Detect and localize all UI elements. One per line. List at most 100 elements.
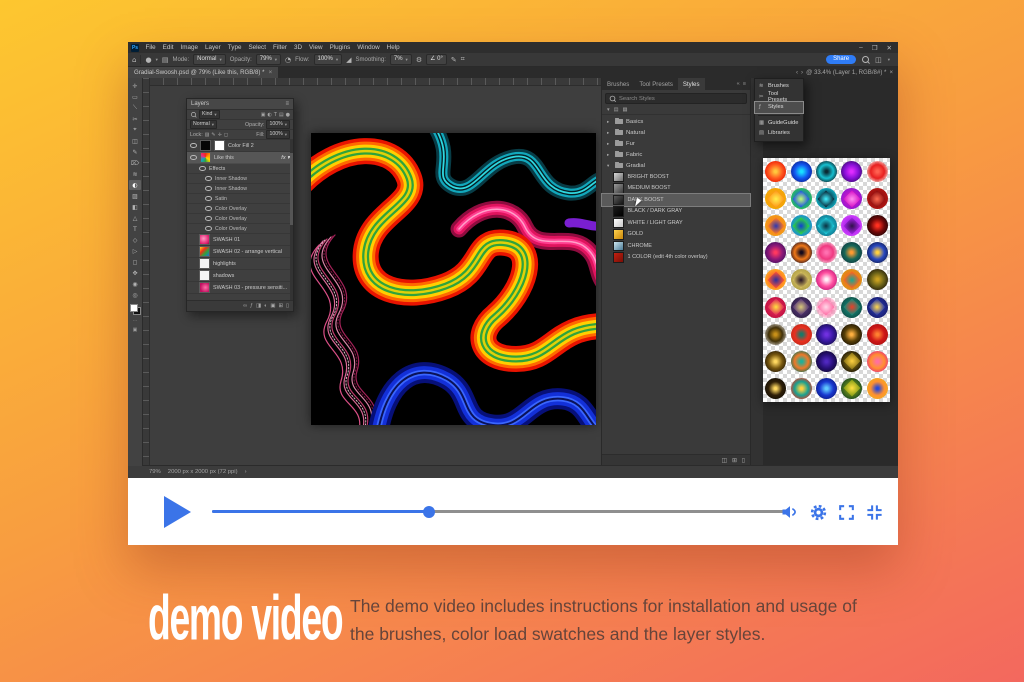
style-swatch[interactable] [841, 324, 862, 345]
tab-tool-presets[interactable]: Tool Presets [634, 78, 678, 90]
tool-icon-5[interactable]: ◫ [129, 136, 141, 146]
restore-button[interactable]: ❐ [872, 44, 878, 52]
style-swatch[interactable] [765, 297, 786, 318]
flyout-item-guideguide[interactable]: ▦GuideGuide [755, 118, 803, 129]
lock-icon-2[interactable]: ✛ [218, 132, 222, 138]
toolbar-extra-icon-1[interactable]: ▣ [133, 327, 138, 333]
style-swatch[interactable] [765, 378, 786, 399]
search-icon[interactable] [862, 56, 869, 63]
layer-row[interactable]: SWASH 01 [187, 234, 293, 246]
new-folder-icon[interactable]: ◫ [721, 458, 726, 464]
brush-angle-field[interactable]: ∠ 0° [426, 54, 447, 65]
layer-row[interactable]: Color Fill 2 [187, 140, 293, 152]
style-item[interactable]: GOLD [602, 229, 750, 241]
styles-view-icon-0[interactable]: ▾ [607, 107, 610, 113]
progress-scrubber[interactable] [423, 506, 435, 518]
layer-effect-row[interactable]: Effects [187, 164, 293, 174]
style-swatch[interactable] [841, 161, 862, 182]
layers-footer-icon-1[interactable]: ƒ [250, 303, 253, 309]
tool-icon-3[interactable]: ✂ [129, 114, 141, 124]
share-button[interactable]: Share [826, 55, 856, 64]
style-swatch[interactable] [765, 324, 786, 345]
style-swatch[interactable] [867, 297, 888, 318]
panel-menu-icon[interactable]: ≡ [285, 101, 289, 107]
flow-select[interactable]: 100%▾ [314, 54, 343, 65]
tool-icon-2[interactable]: ⟍ [129, 103, 141, 113]
layer-effect-row[interactable]: Inner Shadow [187, 184, 293, 194]
menu-help[interactable]: Help [383, 42, 403, 53]
style-folder-basics[interactable]: ▸Basics [602, 116, 750, 127]
foreground-background-colors[interactable] [130, 304, 141, 315]
style-folder-natural[interactable]: ▸Natural [602, 127, 750, 138]
minimize-button[interactable]: – [859, 44, 863, 52]
style-swatch[interactable] [841, 188, 862, 209]
trash-icon[interactable]: ▯ [742, 458, 745, 464]
layer-effect-row[interactable]: Satin [187, 194, 293, 204]
style-swatch[interactable] [841, 242, 862, 263]
style-swatch[interactable] [816, 161, 837, 182]
progress-bar[interactable] [212, 510, 784, 513]
layer-filter-icon-3[interactable]: ▤ [279, 112, 284, 118]
visibility-eye-icon[interactable] [205, 206, 212, 212]
menu-select[interactable]: Select [245, 42, 270, 53]
layer-effect-row[interactable]: Color Overlay [187, 204, 293, 214]
style-swatch[interactable] [841, 378, 862, 399]
menu-view[interactable]: View [306, 42, 327, 53]
style-swatch[interactable] [867, 269, 888, 290]
style-swatch[interactable] [816, 351, 837, 372]
layer-effect-row[interactable]: Color Overlay [187, 214, 293, 224]
menu-filter[interactable]: Filter [269, 42, 290, 53]
style-swatch[interactable] [765, 269, 786, 290]
tool-icon-0[interactable]: ✛ [129, 81, 141, 91]
style-swatch[interactable] [816, 297, 837, 318]
layer-filter-icon-1[interactable]: ◐ [267, 112, 271, 118]
style-swatch[interactable] [816, 215, 837, 236]
menu-layer[interactable]: Layer [202, 42, 225, 53]
zoom-level[interactable]: 79% [149, 469, 161, 475]
chevron-right-icon[interactable]: › [801, 69, 803, 76]
fullscreen-icon[interactable] [837, 503, 856, 522]
style-swatch[interactable] [816, 242, 837, 263]
scrollbar[interactable] [290, 140, 293, 300]
new-style-icon[interactable]: ⊞ [732, 458, 737, 464]
tool-icon-15[interactable]: ▷ [129, 246, 141, 256]
style-folder-gradial[interactable]: ▾Gradial [602, 160, 750, 171]
style-swatch[interactable] [867, 351, 888, 372]
mode-select[interactable]: Normal▾ [193, 54, 226, 65]
tool-icon-12[interactable]: △ [129, 213, 141, 223]
pasteboard[interactable]: Layers ≡ Kind▾ ▣◐T▤● Normal▾ Opacity: 10… [143, 78, 601, 466]
tool-icon-18[interactable]: ◉ [129, 279, 141, 289]
style-swatch[interactable] [867, 324, 888, 345]
symmetry-icon[interactable]: ⌗ [461, 55, 465, 64]
tool-icon-4[interactable]: ⌖ [129, 125, 141, 135]
style-swatch[interactable] [867, 242, 888, 263]
layer-filter-icon-4[interactable]: ● [286, 112, 290, 118]
style-swatch[interactable] [841, 215, 862, 236]
tool-icon-10[interactable]: ▨ [129, 191, 141, 201]
tool-icon-17[interactable]: ✥ [129, 268, 141, 278]
style-swatch[interactable] [841, 351, 862, 372]
style-swatch[interactable] [791, 351, 812, 372]
layer-row[interactable]: SWASH 03 - pressure sensiti... [187, 282, 293, 294]
style-swatch[interactable] [791, 215, 812, 236]
layer-effect-row[interactable]: Inner Shadow [187, 174, 293, 184]
chevron-left-icon[interactable]: ‹ [796, 69, 798, 76]
panel-menu-icon[interactable]: ≡ [743, 81, 746, 87]
status-arrow-icon[interactable]: › [245, 469, 247, 475]
fx-badge-icon[interactable]: fx ▾ [281, 155, 290, 161]
visibility-eye-icon[interactable] [205, 196, 212, 202]
menu-3d[interactable]: 3D [290, 42, 305, 53]
style-item[interactable]: MEDIUM BOOST [602, 183, 750, 195]
tool-icon-6[interactable]: ✎ [129, 147, 141, 157]
style-swatch[interactable] [841, 297, 862, 318]
style-swatch[interactable] [791, 188, 812, 209]
visibility-eye-icon[interactable] [205, 216, 212, 222]
style-swatch[interactable] [816, 378, 837, 399]
style-item[interactable]: 1 COLOR (edit 4th color overlay) [602, 252, 750, 264]
layers-footer-icon-4[interactable]: ▣ [270, 303, 275, 309]
visibility-eye-icon[interactable] [190, 143, 197, 149]
menu-window[interactable]: Window [354, 42, 383, 53]
style-swatch[interactable] [816, 188, 837, 209]
style-swatch[interactable] [816, 269, 837, 290]
style-swatch[interactable] [765, 215, 786, 236]
